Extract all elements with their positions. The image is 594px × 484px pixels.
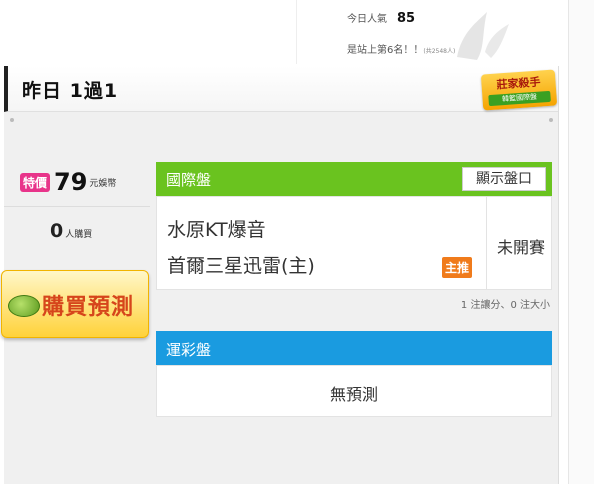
today-popularity-label: 今日人氣 (347, 14, 387, 25)
today-popularity: 今日人氣 85 (347, 10, 415, 26)
coin-icon (8, 295, 40, 317)
badge-subtitle: 韓籃國際盤 (488, 90, 551, 107)
panel-header: 昨日 1過1 莊家殺手 韓籃國際盤 (4, 66, 558, 112)
home-team-name: 首爾三星迅雷(主) (167, 255, 315, 277)
panel-title: 昨日 1過1 (22, 80, 119, 102)
price-value: 79 (54, 168, 88, 196)
international-odds-header: 國際盤 顯示盤口 (156, 162, 552, 196)
buyers-count: 0 (50, 220, 64, 242)
price-row: 特價 79 元娛幣 (20, 168, 116, 196)
corner-dot-right (549, 118, 553, 122)
match-status: 未開賽 (496, 238, 545, 257)
expert-badge-logo: 莊家殺手 韓籃國際盤 (480, 69, 558, 111)
international-odds-title: 國際盤 (166, 171, 212, 189)
special-price-badge: 特價 (20, 172, 51, 192)
right-scroll-strip (568, 0, 594, 484)
match-separator (486, 197, 487, 289)
decorative-leaf-icon (457, 12, 509, 60)
corner-dot-left (10, 118, 14, 122)
buyers-label: 人購買 (65, 230, 93, 240)
site-rank: 是站上第6名！！(共2548人) (347, 41, 455, 56)
buy-prediction-button[interactable]: 購買預測 (1, 270, 149, 338)
left-divider (4, 206, 150, 207)
show-odds-button[interactable]: 顯示盤口 (462, 167, 546, 191)
recommend-tag: 主推 (442, 257, 473, 278)
lottery-odds-header: 運彩盤 (156, 331, 552, 365)
bet-summary: 1 注讓分、0 注大小 (460, 300, 550, 311)
match-card: 水原KT爆音 首爾三星迅雷(主) 主推 未開賽 (156, 196, 552, 290)
price-unit: 元娛幣 (89, 178, 117, 189)
no-prediction-text: 無預測 (329, 385, 378, 404)
buy-prediction-label: 購買預測 (42, 295, 135, 320)
buyers-row: 0 人購買 (50, 220, 92, 242)
away-team-name: 水原KT爆音 (167, 219, 266, 241)
site-rank-text: 是站上第6名！！ (347, 45, 424, 56)
top-stats: 今日人氣 85 是站上第6名！！(共2548人) (296, 0, 567, 64)
today-popularity-value: 85 (397, 11, 416, 26)
lottery-odds-title: 運彩盤 (166, 341, 212, 359)
lottery-body: 無預測 (156, 365, 552, 417)
